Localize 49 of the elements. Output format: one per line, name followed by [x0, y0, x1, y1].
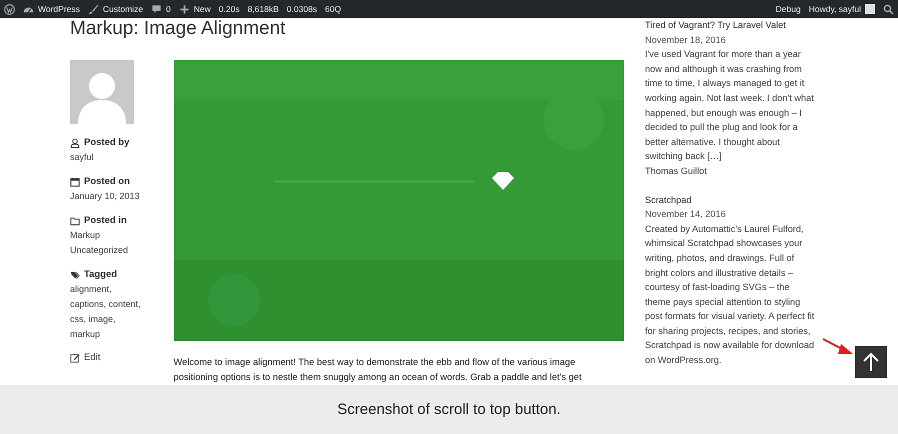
arrow-up-icon — [862, 352, 880, 372]
calendar-icon — [70, 177, 80, 187]
post-link[interactable]: Scratchpad — [645, 192, 817, 208]
caption: Screenshot of scroll to top button. — [337, 401, 561, 418]
post-excerpt: Created by Automattic's Laurel Fulford, whimsical Scratchpad showcases your writing, photos, and drawings. Full of bright colors and illustrative details – courtesy of fast-loading SVGs – the theme pays special attention to styling post formats for visual variety. A perfect fit for sharing projects, recipes, and stories, Scratchpad is now available for download on WordPress.org. — [645, 222, 816, 368]
post-title: Markup: Image Alignment — [70, 18, 286, 41]
post-excerpt: I've used Vagrant for more than a year now and although it was crashing from time to time, I always managed to get it working again. Not last week. I don't what happened, but enough was enough – I decided to pull the plug and look for a better alternative. I thought about switching back […] — [645, 48, 815, 164]
avatar-icon — [865, 4, 875, 14]
body-text: positioning options is to nestle them snuggly among an ocean of words. Grab a paddle and let's get — [174, 371, 583, 384]
toolbar-item[interactable]: 0 — [166, 4, 171, 14]
meta-heading: Posted by — [84, 136, 130, 150]
toolbar-item: 8,618kB — [248, 4, 279, 14]
scroll-to-top-button[interactable] — [855, 346, 887, 378]
meta-heading: Posted in — [84, 214, 127, 228]
comment-icon — [151, 4, 162, 14]
brush-icon — [88, 4, 99, 14]
meta-value[interactable]: captions, content, — [70, 297, 141, 312]
toolbar-item: 0.20s — [218, 4, 240, 14]
meta-value[interactable]: Markup — [70, 228, 100, 243]
toolbar-item: 0.0308s — [286, 4, 318, 14]
meta-value[interactable]: alignment, — [70, 282, 112, 297]
meta-value[interactable]: sayful — [70, 150, 94, 165]
edit-link[interactable]: Edit — [84, 352, 100, 363]
howdy-link[interactable]: Howdy, sayful — [808, 4, 861, 14]
meta-value[interactable]: Uncategorized — [70, 243, 128, 258]
toolbar-item: 60Q — [325, 4, 342, 14]
plus-icon — [178, 4, 190, 14]
tags-icon — [70, 270, 80, 280]
meta-heading: Tagged — [84, 268, 118, 282]
post-date: November 14, 2016 — [645, 208, 727, 222]
meta-heading: Posted on — [84, 175, 130, 189]
avatar-placeholder-icon — [70, 60, 134, 124]
toolbar-item[interactable]: WordPress — [38, 4, 80, 14]
folder-icon — [70, 216, 80, 226]
post-link[interactable]: Tired of Vagrant? Try Laravel Valet — [645, 18, 817, 33]
toolbar-item[interactable]: New — [194, 4, 211, 14]
body-text: Welcome to image alignment! The best way to demonstrate the ebb and flow of the various image — [174, 356, 576, 369]
meta-value[interactable]: css, image, — [70, 312, 116, 327]
toolbar-item[interactable]: Customize — [102, 4, 144, 14]
search-icon[interactable] — [883, 4, 894, 14]
meta-value[interactable]: January 10, 2013 — [70, 189, 140, 204]
user-icon — [70, 138, 80, 148]
meta-value[interactable]: markup — [70, 327, 100, 342]
toolbar-item[interactable]: Debug — [776, 4, 801, 14]
post-date: November 18, 2016 — [645, 34, 727, 47]
wordpress-logo-icon[interactable] — [4, 4, 15, 14]
post-author: Thomas Guillot — [645, 164, 708, 178]
edit-icon — [70, 352, 80, 362]
annotation-arrow — [822, 338, 854, 356]
